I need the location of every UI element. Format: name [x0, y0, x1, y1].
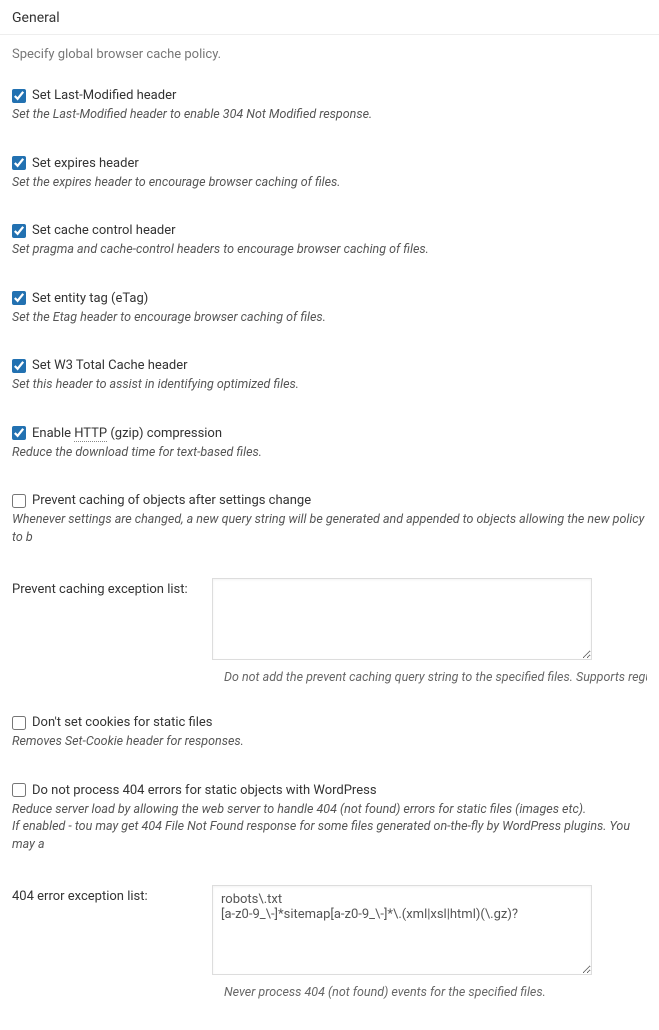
w3tc-checkbox[interactable]	[12, 359, 26, 373]
prevent-list-row: Prevent caching exception list:	[0, 578, 659, 664]
no-404-row[interactable]: Do not process 404 errors for static obj…	[12, 783, 647, 798]
gzip-row[interactable]: Enable HTTP (gzip) compression	[12, 426, 647, 441]
etag-desc: Set the Etag header to encourage browser…	[12, 309, 647, 327]
section-subtitle: Specify global browser cache policy.	[0, 47, 659, 70]
no-404-desc: Reduce server load by allowing the web s…	[12, 801, 647, 854]
http-abbr: HTTP	[74, 426, 107, 442]
last-modified-checkbox[interactable]	[12, 89, 26, 103]
cache-control-desc: Set pragma and cache-control headers to …	[12, 241, 647, 259]
gzip-label: Enable HTTP (gzip) compression	[32, 426, 222, 441]
no-cookies-desc: Removes Set-Cookie header for responses.	[12, 733, 647, 751]
section-header: General	[0, 0, 659, 35]
no-cookies-row[interactable]: Don't set cookies for static files	[12, 715, 647, 730]
no-404-desc-line1: Reduce server load by allowing the web s…	[12, 802, 586, 817]
cache-control-checkbox[interactable]	[12, 224, 26, 238]
error-list-hint: Never process 404 (not found) events for…	[12, 985, 647, 1000]
etag-checkbox[interactable]	[12, 291, 26, 305]
prevent-caching-desc: Whenever settings are changed, a new que…	[12, 511, 647, 546]
w3tc-row[interactable]: Set W3 Total Cache header	[12, 358, 647, 373]
prevent-list-hint: Do not add the prevent caching query str…	[12, 670, 647, 685]
expires-row[interactable]: Set expires header	[12, 156, 647, 171]
option-last-modified: Set Last-Modified header Set the Last-Mo…	[0, 88, 659, 124]
option-cache-control: Set cache control header Set pragma and …	[0, 223, 659, 259]
gzip-label-post: (gzip) compression	[107, 426, 222, 441]
no-cookies-label: Don't set cookies for static files	[32, 715, 213, 730]
w3tc-label: Set W3 Total Cache header	[32, 358, 188, 373]
option-no-404: Do not process 404 errors for static obj…	[0, 783, 659, 854]
prevent-caching-row[interactable]: Prevent caching of objects after setting…	[12, 493, 647, 508]
prevent-caching-checkbox[interactable]	[12, 494, 26, 508]
expires-checkbox[interactable]	[12, 156, 26, 170]
option-w3tc: Set W3 Total Cache header Set this heade…	[0, 358, 659, 394]
last-modified-row[interactable]: Set Last-Modified header	[12, 88, 647, 103]
no-404-checkbox[interactable]	[12, 783, 26, 797]
last-modified-desc: Set the Last-Modified header to enable 3…	[12, 106, 647, 124]
no-404-desc-line2: If enabled - tou may get 404 File Not Fo…	[12, 819, 630, 852]
cache-control-row[interactable]: Set cache control header	[12, 223, 647, 238]
option-etag: Set entity tag (eTag) Set the Etag heade…	[0, 291, 659, 327]
option-gzip: Enable HTTP (gzip) compression Reduce th…	[0, 426, 659, 462]
expires-desc: Set the expires header to encourage brow…	[12, 174, 647, 192]
gzip-label-pre: Enable	[32, 426, 74, 441]
option-prevent-caching: Prevent caching of objects after setting…	[0, 493, 659, 546]
no-cookies-checkbox[interactable]	[12, 716, 26, 730]
w3tc-desc: Set this header to assist in identifying…	[12, 376, 647, 394]
option-no-cookies: Don't set cookies for static files Remov…	[0, 715, 659, 751]
no-404-label: Do not process 404 errors for static obj…	[32, 783, 377, 798]
prevent-list-label: Prevent caching exception list:	[12, 578, 192, 597]
error-list-textarea[interactable]	[212, 885, 592, 975]
section-title: General	[12, 10, 647, 26]
option-expires: Set expires header Set the expires heade…	[0, 156, 659, 192]
last-modified-label: Set Last-Modified header	[32, 88, 176, 103]
prevent-list-textarea[interactable]	[212, 578, 592, 660]
etag-label: Set entity tag (eTag)	[32, 291, 148, 306]
cache-control-label: Set cache control header	[32, 223, 176, 238]
expires-label: Set expires header	[32, 156, 139, 171]
error-list-row: 404 error exception list:	[0, 885, 659, 979]
gzip-desc: Reduce the download time for text-based …	[12, 444, 647, 462]
gzip-checkbox[interactable]	[12, 426, 26, 440]
error-list-label: 404 error exception list:	[12, 885, 192, 904]
etag-row[interactable]: Set entity tag (eTag)	[12, 291, 647, 306]
prevent-caching-label: Prevent caching of objects after setting…	[32, 493, 311, 508]
